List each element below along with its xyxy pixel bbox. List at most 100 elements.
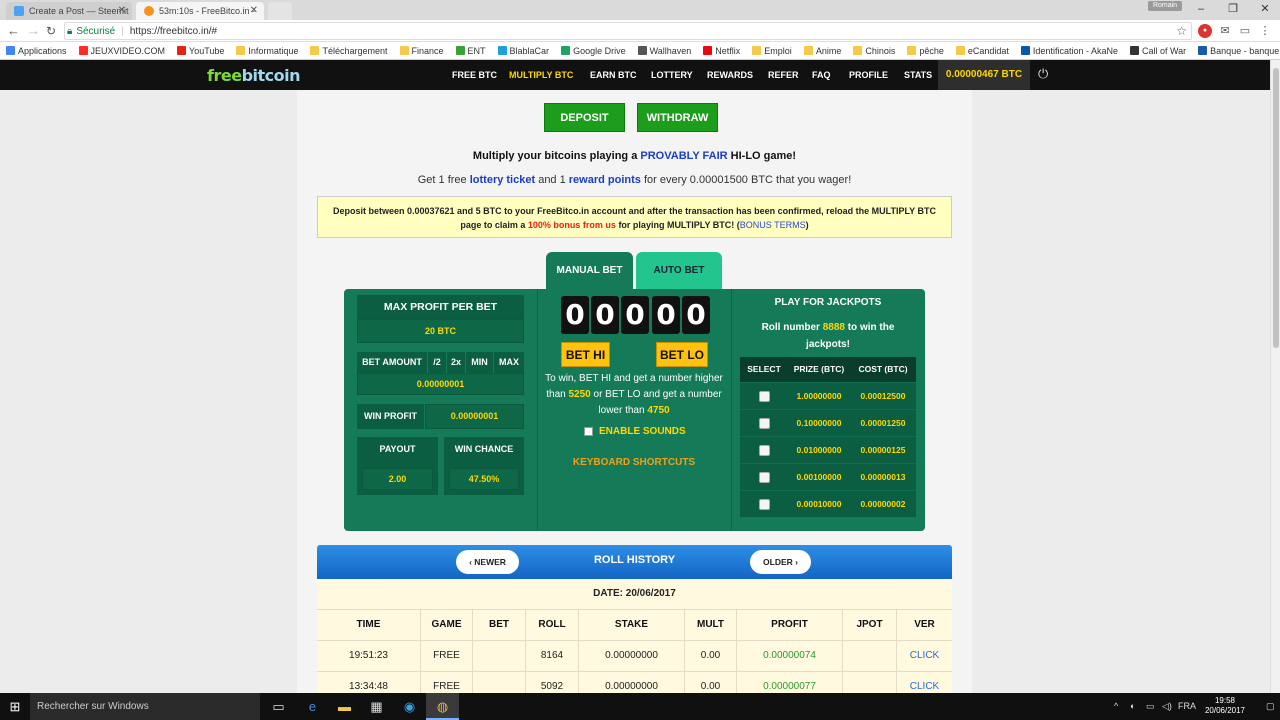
bookmark-item[interactable]: Call of War [1129, 46, 1186, 56]
windows-start-icon[interactable]: ⊞ [0, 693, 30, 720]
bookmark-item[interactable]: Netflix [703, 46, 740, 56]
withdraw-button[interactable]: WITHDRAW [637, 103, 718, 132]
bookmark-item[interactable]: Informatique [236, 46, 298, 56]
restore-icon[interactable]: ❐ [1218, 0, 1248, 18]
nav-earn-btc[interactable]: EARN BTC [590, 60, 637, 90]
freebitcoin-logo[interactable]: freebitcoin [207, 66, 301, 85]
bookmark-item[interactable]: Finance [399, 46, 444, 56]
payout-input[interactable]: 2.00 [362, 468, 433, 490]
forward-icon[interactable]: → [27, 23, 40, 39]
tab-auto-bet[interactable]: AUTO BET [636, 252, 722, 290]
provably-fair-link[interactable]: PROVABLY FAIR [640, 150, 727, 162]
bookmark-item[interactable]: Banque - banque en l [1198, 46, 1280, 56]
bookmark-item[interactable]: Wallhaven [637, 46, 691, 56]
halve-bet-button[interactable]: /2 [428, 352, 446, 373]
verify-link[interactable]: CLICK [897, 672, 952, 693]
tab-manual-bet[interactable]: MANUAL BET [546, 252, 633, 290]
tray-chevron-icon[interactable]: ^ [1114, 693, 1118, 720]
mail-icon[interactable]: ✉ [1218, 24, 1232, 38]
lottery-ticket-link[interactable]: lottery ticket [470, 174, 535, 186]
sounds-checkbox[interactable] [584, 426, 593, 436]
notifications-icon[interactable]: ▢ [1266, 693, 1275, 720]
bookmark-item[interactable]: Applications [6, 46, 67, 56]
max-bet-button[interactable]: MAX [494, 352, 524, 373]
tray-icon[interactable]: ▭ [1146, 693, 1155, 720]
bookmark-item[interactable]: Anime [803, 46, 841, 56]
nav-multiply-btc[interactable]: MULTIPLY BTC [509, 60, 573, 90]
tray-network-icon[interactable]: ◐ [1130, 693, 1135, 720]
jackpot-checkbox[interactable] [758, 418, 770, 430]
bookmark-item[interactable]: Identification - AkaNe [1020, 46, 1118, 56]
page-scrollbar[interactable] [1270, 60, 1280, 693]
nav-refer[interactable]: REFER [768, 60, 799, 90]
app-icon[interactable]: ◉ [393, 693, 426, 720]
history-cell [473, 672, 526, 693]
bet-amount-input[interactable]: 0.00000001 [357, 373, 524, 395]
roll-digit: 0 [591, 296, 619, 334]
nav-free-btc[interactable]: FREE BTC [452, 60, 497, 90]
jackpot-checkbox[interactable] [758, 472, 770, 484]
scrollbar-thumb[interactable] [1273, 68, 1279, 348]
taskbar-clock[interactable]: 19:58 20/06/2017 [1190, 696, 1260, 716]
bet-hi-button[interactable]: BET HI [561, 342, 610, 367]
deposit-button[interactable]: DEPOSIT [544, 103, 625, 132]
bookmark-item[interactable]: ENT [455, 46, 486, 56]
nav-profile[interactable]: PROFILE [849, 60, 888, 90]
keyboard-shortcuts-link[interactable]: KEYBOARD SHORTCUTS [538, 457, 730, 468]
adblock-icon[interactable]: ● [1198, 24, 1212, 38]
nav-rewards[interactable]: REWARDS [707, 60, 753, 90]
bookmark-item[interactable]: Téléchargement [310, 46, 388, 56]
older-button[interactable]: OLDER › [750, 550, 811, 574]
nav-stats[interactable]: STATS [904, 60, 932, 90]
calculator-icon[interactable]: ▦ [360, 693, 393, 720]
bookmark-item[interactable]: eCandidat [955, 45, 1009, 56]
bookmark-star-icon[interactable]: ☆ [1176, 24, 1187, 38]
file-explorer-icon[interactable]: ▬ [328, 693, 361, 720]
bookmark-icon [177, 46, 187, 55]
newer-button[interactable]: ‹ NEWER [456, 550, 519, 574]
new-tab-button[interactable] [268, 2, 292, 20]
bonus-terms-link[interactable]: BONUS TERMS [740, 220, 806, 230]
bookmark-item[interactable]: JEUXVIDEO.COM [78, 46, 165, 56]
bookmark-item[interactable]: Google Drive [561, 46, 626, 56]
edge-icon[interactable]: e [296, 693, 329, 720]
power-icon[interactable]: ⏻ [1038, 66, 1048, 82]
nav-lottery[interactable]: LOTTERY [651, 60, 693, 90]
jackpot-checkbox[interactable] [758, 445, 770, 457]
chat-icon[interactable]: ▭ [1238, 24, 1252, 38]
jackpot-prize: 0.00100000 [796, 472, 842, 482]
reward-points-link[interactable]: reward points [569, 174, 641, 186]
windows-search-input[interactable]: Rechercher sur Windows [30, 693, 260, 720]
jackpot-checkbox[interactable] [758, 391, 770, 403]
bookmark-label: eCandidat [967, 45, 1009, 56]
history-cell: FREE [421, 641, 473, 671]
win-chance-input[interactable]: 47.50% [449, 468, 519, 490]
bookmark-item[interactable]: Chinois [853, 46, 895, 56]
bookmark-item[interactable]: Emploi [752, 46, 792, 56]
tray-volume-icon[interactable]: ◁) [1162, 693, 1172, 720]
enable-sounds-toggle[interactable]: ENABLE SOUNDS [584, 426, 686, 437]
url-input[interactable]: 🔒︎ Sécurisé | https://freebitco.in/# ☆ [64, 22, 1192, 40]
close-window-icon[interactable]: ✕ [1250, 0, 1280, 18]
back-icon[interactable]: ← [7, 23, 20, 39]
close-tab-icon[interactable]: ✕ [250, 5, 258, 16]
verify-link[interactable]: CLICK [897, 641, 952, 671]
jackpot-checkbox[interactable] [758, 499, 770, 511]
bookmark-item[interactable]: BlablaCar [497, 46, 549, 56]
bookmark-item[interactable]: YouTube [177, 46, 224, 56]
menu-icon[interactable]: ⋮ [1258, 24, 1272, 38]
min-bet-button[interactable]: MIN [466, 352, 493, 373]
roll-history-table: DATE: 20/06/2017 TIME GAME BET ROLL STAKE MUL… [317, 579, 952, 693]
double-bet-button[interactable]: 2x [447, 352, 465, 373]
minimize-icon[interactable]: – [1186, 0, 1216, 18]
bet-lo-button[interactable]: BET LO [656, 342, 708, 367]
browser-tab-steemit[interactable]: Create a Post — Steemit ✕ [6, 2, 132, 20]
chrome-icon[interactable]: ◍ [426, 693, 459, 720]
close-tab-icon[interactable]: ✕ [118, 5, 126, 16]
task-view-icon[interactable]: ▭ [262, 693, 295, 720]
browser-tab-freebitcoin[interactable]: 53m:10s - FreeBitco.in - ✕ [136, 2, 264, 20]
bookmark-item[interactable]: pêche [907, 46, 944, 56]
nav-faq[interactable]: FAQ [812, 60, 831, 90]
profile-badge[interactable]: Romain [1148, 1, 1182, 11]
reload-icon[interactable]: ↻ [46, 23, 56, 39]
